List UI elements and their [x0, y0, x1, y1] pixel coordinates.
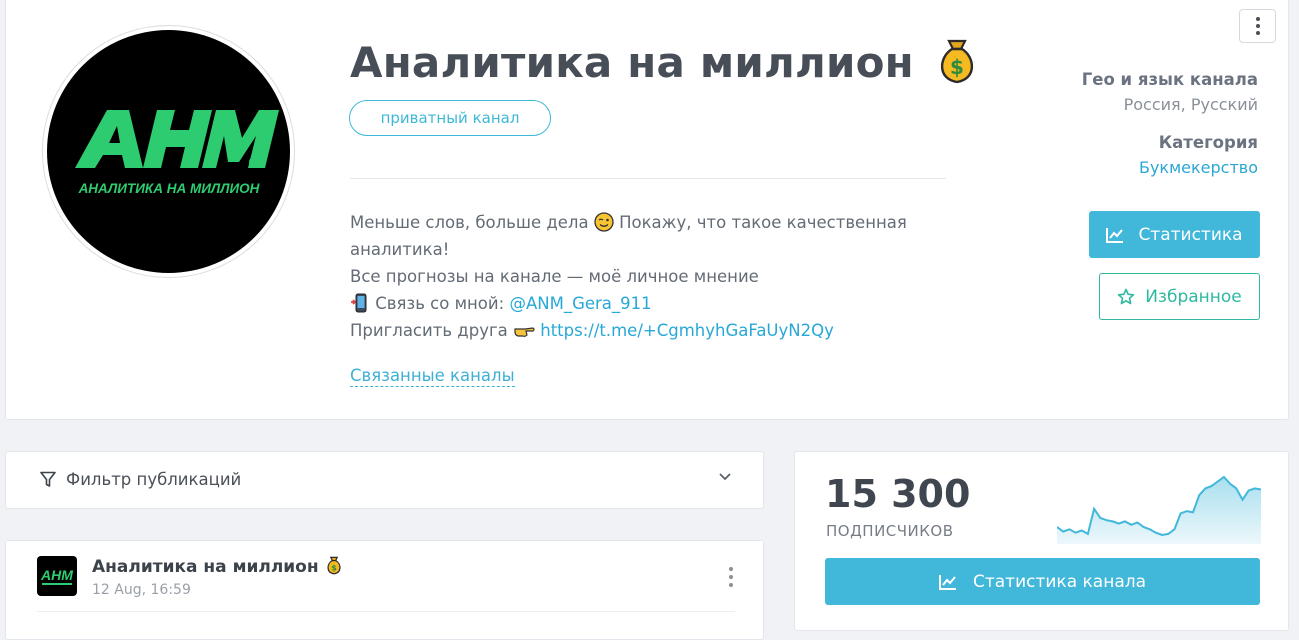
divider — [350, 178, 946, 179]
description-line-3: Все прогнозы на канале — моё личное мнен… — [350, 267, 759, 286]
favorite-button[interactable]: Избранное — [1099, 273, 1260, 320]
channel-statistics-button-label: Статистика канала — [972, 571, 1147, 592]
post-author[interactable]: Аналитика на миллион $ — [92, 555, 343, 577]
description-line-1a: Меньше слов, больше дела — [350, 213, 589, 232]
logo-subtext: АНАЛИТИКА НА МИЛЛИОН — [78, 181, 260, 196]
anm-logo-icon: АНМ — [40, 567, 73, 585]
subscribers-count: 15 300 — [825, 472, 971, 516]
kebab-dot — [1256, 17, 1260, 21]
more-options-button[interactable] — [1239, 9, 1276, 43]
kebab-dot — [1256, 24, 1260, 28]
related-channels-link[interactable]: Связанные каналы — [350, 366, 515, 387]
wink-emoji-icon — [594, 212, 614, 232]
moneybag-icon: $ — [940, 39, 973, 84]
star-icon — [1118, 288, 1135, 304]
favorite-button-label: Избранное — [1145, 286, 1242, 307]
kebab-dot — [1256, 31, 1260, 35]
category-link[interactable]: Букмекерство — [1139, 158, 1258, 177]
post-more-options[interactable] — [728, 567, 734, 587]
channel-header-card: АНАЛИТИКА НА МИЛЛИОН Аналитика на миллио… — [5, 0, 1289, 420]
publication-filter[interactable]: Фильтр публикаций — [5, 451, 764, 509]
contact-label: Связь со мной: — [375, 294, 505, 313]
channel-title-text: Аналитика на миллион — [350, 38, 914, 87]
divider — [37, 611, 735, 612]
geo-language-value: Россия, Русский — [1123, 95, 1258, 114]
subscribers-card: 15 300 ПОДПИСЧИКОВ Статистика канала — [794, 451, 1289, 631]
description-line-2: аналитика! — [350, 240, 450, 259]
svg-text:$: $ — [331, 564, 337, 573]
post-date: 12 Aug, 16:59 — [92, 582, 191, 598]
kebab-dot — [729, 575, 733, 579]
pointing-hand-icon — [514, 327, 535, 337]
statistics-button-label: Статистика — [1138, 224, 1243, 245]
invite-link[interactable]: https://t.me/+CgmhyhGaFaUyN2Qy — [540, 321, 834, 340]
kebab-dot — [729, 583, 733, 587]
moneybag-icon: $ — [326, 556, 341, 575]
description-line-1b: Покажу, что такое качественная — [619, 213, 907, 232]
filter-icon — [40, 471, 56, 487]
channel-title: Аналитика на миллион $ — [350, 35, 979, 87]
statistics-button[interactable]: Статистика — [1089, 211, 1260, 258]
contact-link[interactable]: @ANM_Gera_911 — [509, 294, 651, 313]
geo-language-label: Гео и язык канала — [1081, 70, 1258, 89]
svg-text:$: $ — [950, 55, 964, 79]
category-label: Категория — [1158, 133, 1258, 152]
chart-icon — [1106, 227, 1124, 243]
post-card: АНМ Аналитика на миллион $ 12 Aug, 16:59 — [5, 540, 764, 640]
subscribers-label: ПОДПИСЧИКОВ — [826, 522, 954, 540]
channel-logo: АНАЛИТИКА НА МИЛЛИОН — [47, 30, 290, 273]
invite-label: Пригласить друга — [350, 321, 508, 340]
anm-logo-icon: АНАЛИТИКА НА МИЛЛИОН — [75, 110, 279, 196]
kebab-dot — [729, 567, 733, 571]
filter-label: Фильтр публикаций — [66, 470, 242, 489]
subscribers-sparkline — [1057, 475, 1261, 544]
phone-icon — [351, 293, 367, 313]
channel-avatar: АНАЛИТИКА НА МИЛЛИОН — [42, 25, 295, 278]
post-avatar-text: АНМ — [40, 567, 73, 583]
channel-description: Меньше слов, больше дела Покажу, что так… — [350, 209, 910, 344]
chart-icon — [938, 574, 956, 590]
post-avatar[interactable]: АНМ — [37, 556, 77, 596]
private-channel-badge[interactable]: приватный канал — [349, 100, 551, 136]
post-author-name: Аналитика на миллион — [92, 557, 319, 577]
chevron-down-icon[interactable] — [718, 472, 732, 482]
channel-statistics-button[interactable]: Статистика канала — [825, 558, 1260, 605]
